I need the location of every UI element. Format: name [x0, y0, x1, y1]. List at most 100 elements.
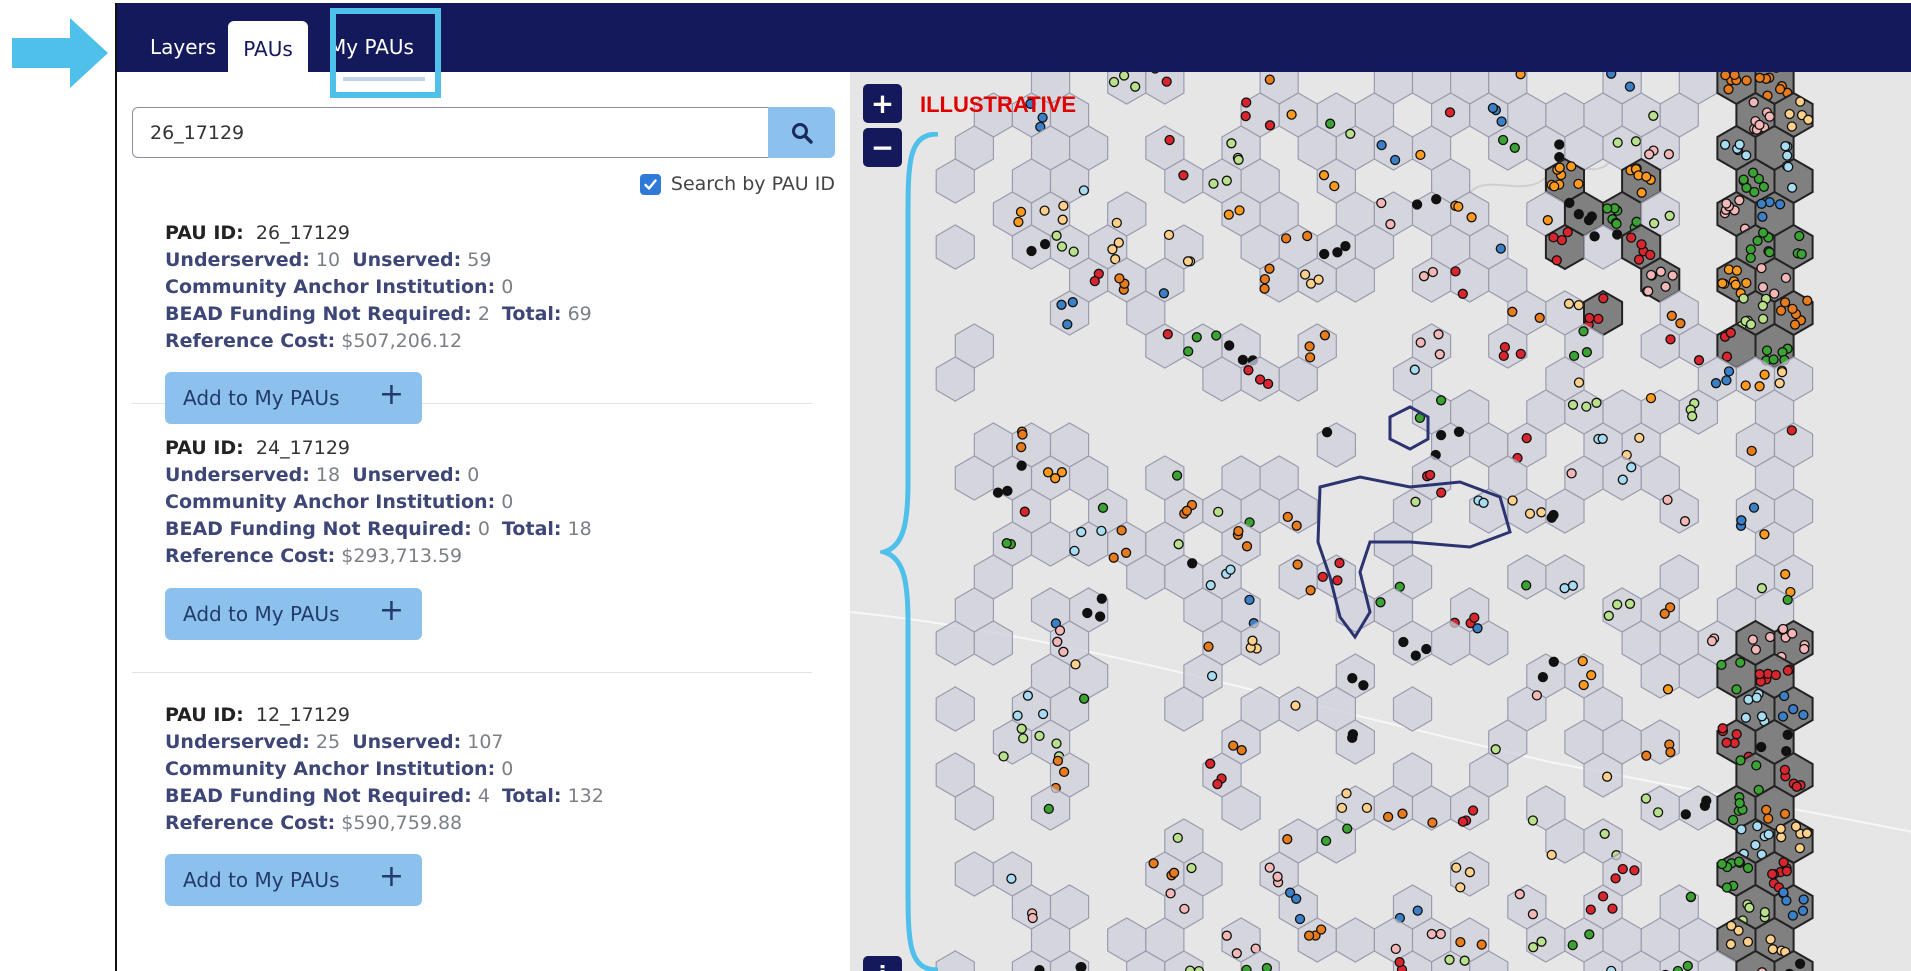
map-location-dot — [1758, 181, 1770, 192]
map-location-dot — [1782, 665, 1794, 676]
map-location-dot — [1433, 329, 1444, 340]
map-location-dot — [1721, 375, 1732, 386]
ref-cost-label: Reference Cost: — [165, 330, 336, 352]
map-location-dot — [1776, 832, 1787, 843]
map-location-dot — [1672, 965, 1684, 971]
map-location-dot — [1782, 594, 1793, 606]
map-location-dot — [1332, 575, 1343, 586]
map-location-dot — [1537, 671, 1549, 683]
map-location-dot — [1648, 218, 1660, 229]
map-location-dot — [1641, 171, 1652, 182]
tab-layers[interactable]: Layers — [150, 30, 216, 64]
map-location-dot — [1191, 332, 1202, 343]
map-location-dot — [1291, 893, 1302, 904]
map-location-dot — [1240, 110, 1251, 122]
map-location-dot — [1648, 110, 1659, 121]
map-location-dot — [1108, 76, 1120, 88]
map-location-dot — [1304, 352, 1316, 363]
map-location-dot — [1211, 330, 1222, 341]
map-location-dot — [1756, 583, 1768, 594]
map-location-dot — [1563, 298, 1575, 309]
map-location-dot — [1385, 219, 1396, 230]
search-button[interactable] — [768, 107, 835, 158]
map-location-dot — [1478, 497, 1489, 508]
pau-id-row: PAU ID: 24_17129 — [165, 437, 350, 459]
map-location-dot — [1398, 636, 1409, 648]
map-location-dot — [1282, 834, 1293, 845]
bead-value: 4 — [477, 785, 490, 807]
map-location-dot — [1577, 655, 1588, 667]
map-location-dot — [1062, 319, 1073, 330]
map-location-dot — [1662, 494, 1673, 506]
map-location-dot — [1754, 72, 1765, 83]
map-location-dot — [1746, 445, 1757, 457]
map-location-dot — [1057, 214, 1068, 225]
map-location-dot — [1094, 611, 1106, 622]
map-location-dot — [1056, 299, 1067, 310]
map-location-dot — [1640, 793, 1652, 804]
bead-label: BEAD Funding Not Required: — [165, 785, 472, 807]
map-location-dot — [1573, 209, 1584, 220]
map-location-dot — [1076, 526, 1087, 538]
map-location-dot — [1775, 305, 1787, 316]
map-location-dot — [1058, 646, 1069, 657]
map-location-dot — [1120, 547, 1132, 558]
add-to-my-paus-button[interactable]: Add to My PAUs + — [165, 854, 422, 906]
map-location-dot — [1612, 137, 1623, 148]
ref-cost-label: Reference Cost: — [165, 545, 336, 567]
map-location-dot — [1602, 203, 1613, 214]
screenshot-stage: Layers PAUs My PAUs 26_17129 Search by P… — [0, 0, 1911, 971]
map-location-dot — [1665, 334, 1676, 345]
map-location-dot — [1453, 426, 1465, 437]
map-location-dot — [1411, 199, 1423, 210]
map-location-dot — [1566, 161, 1577, 172]
tab-paus[interactable]: PAUs — [228, 21, 308, 73]
map-view[interactable]: + − ILLUSTRATIVE i — [850, 72, 1911, 971]
map-location-dot — [1774, 199, 1786, 210]
tab-my-paus[interactable]: My PAUs — [329, 30, 414, 64]
map-location-dot — [1747, 167, 1759, 178]
bead-row: BEAD Funding Not Required: 4 Total: 132 — [165, 785, 604, 807]
map-location-dot — [1464, 867, 1476, 878]
map-location-dot — [1453, 201, 1464, 212]
map-location-dot — [1376, 139, 1387, 151]
map-location-dot — [1720, 72, 1731, 81]
map-location-dot — [1781, 745, 1792, 757]
map-location-dot — [1236, 745, 1247, 756]
map-location-dot — [1740, 380, 1751, 391]
map-location-dot — [1666, 310, 1677, 321]
ref-cost-label: Reference Cost: — [165, 812, 336, 834]
map-location-dot — [1742, 862, 1754, 874]
map-location-dot — [1756, 198, 1767, 209]
search-input[interactable] — [132, 107, 769, 158]
map-location-dot — [1247, 635, 1258, 646]
map-location-dot — [1444, 107, 1456, 118]
map-location-dot — [1415, 337, 1426, 348]
map-location-dot — [1294, 913, 1306, 925]
ref-cost-row: Reference Cost: $590,759.88 — [165, 812, 462, 834]
map-location-dot — [1221, 175, 1232, 186]
info-button[interactable]: i — [863, 956, 902, 971]
underserved-value: 10 — [315, 249, 341, 271]
zoom-in-button[interactable]: + — [863, 84, 902, 123]
map-location-dot — [1317, 571, 1328, 583]
served-row: Underserved: 25 Unserved: 107 — [165, 731, 504, 753]
map-location-dot — [1435, 928, 1446, 940]
map-location-dot — [1767, 944, 1779, 955]
map-location-dot — [1551, 255, 1562, 266]
map-canvas[interactable] — [850, 72, 1911, 971]
map-location-dot — [1052, 755, 1064, 767]
map-location-dot — [1663, 149, 1675, 160]
add-to-my-paus-button[interactable]: Add to My PAUs + — [165, 588, 422, 640]
map-location-dot — [1455, 882, 1466, 893]
unserved-label: Unserved: — [352, 249, 462, 271]
ref-cost-row: Reference Cost: $293,713.59 — [165, 545, 462, 567]
map-location-dot — [1390, 943, 1401, 955]
map-location-dot — [1424, 469, 1436, 481]
map-location-dot — [1213, 506, 1224, 518]
map-location-dot — [1111, 217, 1122, 229]
map-location-dot — [1584, 929, 1595, 940]
map-location-dot — [1626, 232, 1637, 243]
map-location-dot — [1089, 275, 1100, 287]
pau-result-card: PAU ID: 24_17129 Underserved: 18 Unserve… — [132, 405, 812, 673]
